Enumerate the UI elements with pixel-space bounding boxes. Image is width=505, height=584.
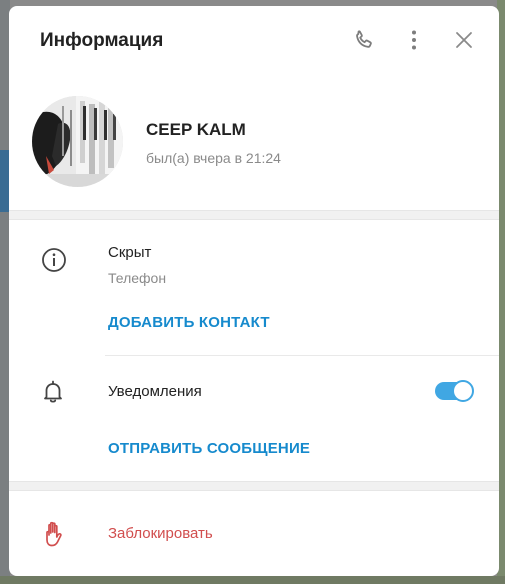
- profile-section: CEEP KALM был(а) вчера в 21:24: [9, 96, 499, 196]
- close-icon[interactable]: [452, 28, 476, 52]
- toggle-knob: [452, 380, 474, 402]
- block-user-button[interactable]: Заблокировать: [108, 525, 213, 542]
- user-info-dialog: Информация CEEP KALM был(а) вчера в 21:2…: [9, 6, 499, 576]
- background-bottom: [0, 576, 505, 584]
- notifications-label: Уведомления: [108, 383, 202, 400]
- add-contact-button[interactable]: ДОБАВИТЬ КОНТАКТ: [108, 314, 270, 331]
- info-icon: [40, 246, 68, 274]
- send-message-button[interactable]: ОТПРАВИТЬ СООБЩЕНИЕ: [108, 440, 310, 457]
- dialog-title: Информация: [40, 30, 164, 51]
- section-divider: [9, 210, 499, 220]
- avatar[interactable]: [32, 96, 123, 187]
- dialog-header: Информация: [9, 6, 499, 76]
- phone-label: Телефон: [108, 270, 167, 286]
- phone-icon[interactable]: [352, 28, 376, 52]
- profile-name: CEEP KALM: [146, 120, 246, 139]
- divider: [105, 355, 499, 356]
- phone-value: Скрыт: [108, 244, 152, 261]
- hand-stop-icon: [41, 520, 67, 548]
- bell-icon: [40, 379, 66, 405]
- more-vertical-icon[interactable]: [402, 28, 426, 52]
- last-seen-status: был(а) вчера в 21:24: [146, 150, 281, 166]
- notifications-toggle[interactable]: [435, 380, 474, 402]
- section-divider-bottom: [9, 481, 499, 491]
